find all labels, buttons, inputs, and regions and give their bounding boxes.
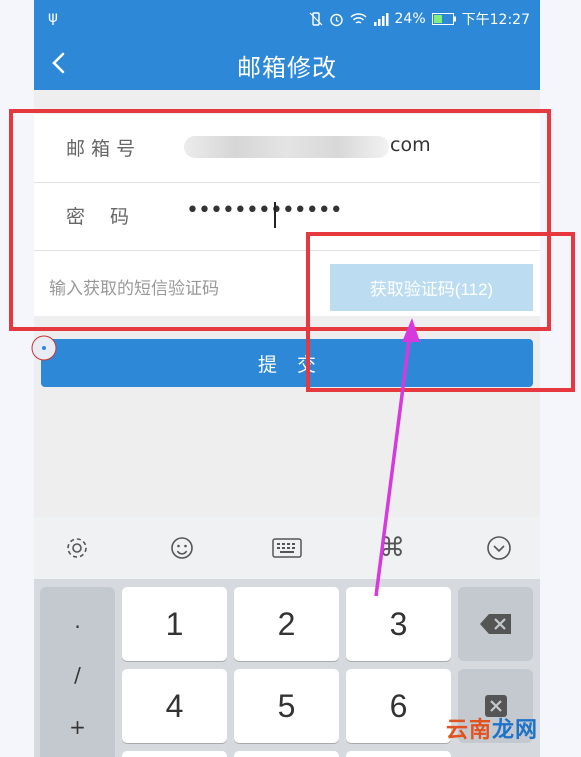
command-icon[interactable]: ⌘ xyxy=(377,533,407,563)
get-code-button[interactable]: 获取验证码(112) xyxy=(330,264,533,311)
email-value[interactable]: com xyxy=(390,134,431,156)
alarm-icon xyxy=(329,13,343,26)
collapse-icon[interactable] xyxy=(484,533,514,563)
backspace-icon xyxy=(479,614,511,634)
page-title: 邮箱修改 xyxy=(237,54,337,82)
key-6[interactable]: 6 xyxy=(346,669,451,743)
key-5[interactable]: 5 xyxy=(234,669,339,743)
wifi-icon xyxy=(350,12,367,24)
key-row-partial[interactable] xyxy=(122,751,227,757)
password-row[interactable]: 密 码 ••••••••••••• xyxy=(34,182,540,251)
key-3[interactable]: 3 xyxy=(346,587,451,661)
status-icons: 24% 下午12:27 xyxy=(309,9,530,29)
submit-button[interactable]: 提交 xyxy=(41,339,533,387)
status-bar: ψ 24% 下午12:27 xyxy=(34,0,540,36)
submit-label: 提交 xyxy=(257,353,336,376)
gear-icon[interactable] xyxy=(62,533,92,563)
clock: 下午12:27 xyxy=(461,12,530,28)
symbol-key[interactable]: . xyxy=(40,609,115,633)
password-field[interactable]: ••••••••••••• xyxy=(186,198,343,223)
symbol-key[interactable]: / xyxy=(40,663,115,687)
battery-percent: 24% xyxy=(394,11,426,27)
phone-screen: ψ 24% 下午12:27 邮箱修改 邮 箱 号 com 密 码 •••••••… xyxy=(34,0,540,757)
keyboard-icon[interactable] xyxy=(272,533,302,563)
watermark-part1: 云南 xyxy=(446,718,493,743)
sticker-icon xyxy=(31,335,57,361)
key-2[interactable]: 2 xyxy=(234,587,339,661)
key-1[interactable]: 1 xyxy=(122,587,227,661)
password-label: 密 码 xyxy=(66,206,130,228)
backspace-key[interactable] xyxy=(458,587,533,661)
symbol-key[interactable]: + xyxy=(40,715,115,739)
sms-code-input[interactable]: 输入获取的短信验证码 xyxy=(49,274,219,299)
symbol-column[interactable]: . / + xyxy=(40,587,115,757)
watermark-part2: 龙网 xyxy=(492,718,539,743)
battery-icon xyxy=(431,13,456,25)
email-label: 邮 箱 号 xyxy=(66,138,136,160)
nav-bar: 邮箱修改 xyxy=(34,36,540,90)
keyboard-toolbar: ⌘ xyxy=(34,517,540,579)
vibrate-icon xyxy=(309,12,322,26)
key-4[interactable]: 4 xyxy=(122,669,227,743)
usb-icon: ψ xyxy=(48,8,58,26)
key-row-partial[interactable] xyxy=(234,751,339,757)
redacted-email xyxy=(184,136,389,158)
text-cursor xyxy=(274,202,276,228)
signal-icon xyxy=(373,12,389,26)
email-row[interactable]: 邮 箱 号 com xyxy=(34,114,540,183)
emoji-icon[interactable] xyxy=(167,533,197,563)
watermark: 云南龙网 xyxy=(446,712,538,744)
key-row-partial[interactable] xyxy=(346,751,451,757)
